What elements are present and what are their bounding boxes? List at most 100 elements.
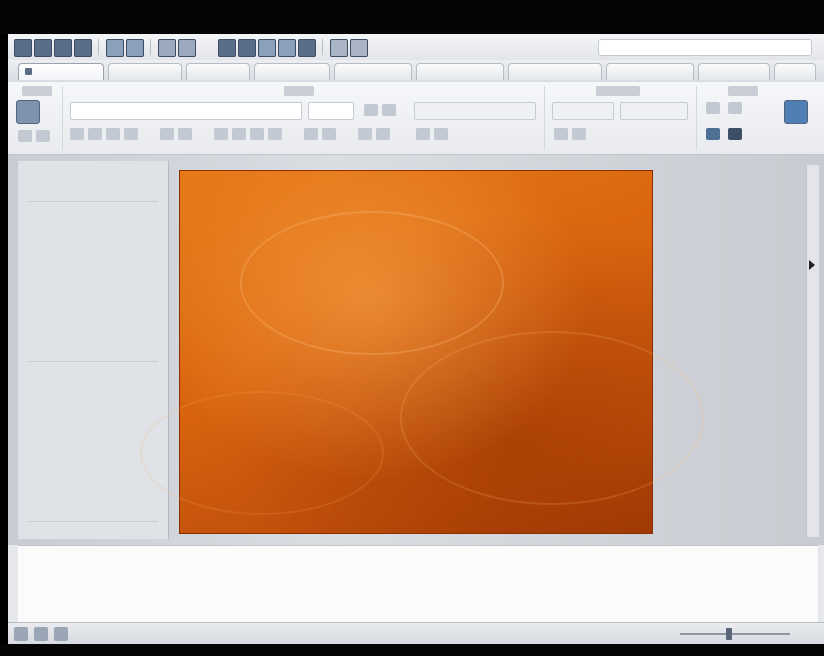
background-swirl — [140, 391, 384, 515]
ribbon-group-paragraph — [546, 86, 697, 150]
text-direction-field[interactable] — [552, 102, 614, 120]
powerpoint-window — [8, 34, 824, 656]
group-label — [728, 86, 758, 96]
align-center-icon[interactable] — [232, 128, 246, 140]
slide-canvas[interactable] — [140, 171, 704, 533]
search-input[interactable] — [598, 39, 812, 56]
status-slide-text — [108, 628, 188, 640]
save-icon[interactable] — [54, 39, 72, 57]
print-icon[interactable] — [74, 39, 92, 57]
status-view-text — [508, 628, 568, 640]
zoom-percent[interactable] — [626, 628, 666, 640]
picture-button-icon[interactable] — [706, 128, 720, 140]
themes-button[interactable] — [784, 100, 808, 124]
italic-icon[interactable] — [88, 128, 102, 140]
align-left-icon[interactable] — [214, 128, 228, 140]
background-swirl — [400, 331, 704, 505]
background-swirl — [240, 211, 504, 355]
notes-pane[interactable] — [18, 545, 818, 622]
ribbon-group-slides — [12, 86, 63, 150]
insert-icon[interactable] — [178, 39, 196, 57]
chart-icon[interactable] — [278, 39, 296, 57]
bold-icon[interactable] — [70, 128, 84, 140]
group-label — [22, 86, 52, 96]
tab-transitions[interactable] — [416, 63, 504, 80]
help-icon[interactable] — [350, 39, 368, 57]
section-button[interactable] — [36, 130, 50, 142]
align-right-icon[interactable] — [250, 128, 264, 140]
arrange-icon[interactable] — [554, 128, 568, 140]
columns-icon[interactable] — [434, 128, 448, 140]
thumbnail-divider — [28, 201, 158, 202]
new-slide-button[interactable] — [16, 100, 40, 124]
normal-view-icon[interactable] — [14, 627, 28, 641]
quick-styles-icon[interactable] — [572, 128, 586, 140]
line-spacing-icon[interactable] — [416, 128, 430, 140]
indent-decrease-icon[interactable] — [358, 128, 372, 140]
zoom-slider-thumb[interactable] — [726, 628, 732, 640]
numbering-icon[interactable] — [322, 128, 336, 140]
tab-home[interactable] — [18, 63, 104, 80]
new-slide-icon[interactable] — [218, 39, 236, 57]
justify-icon[interactable] — [268, 128, 282, 140]
slide-show-icon[interactable] — [54, 627, 68, 641]
window-title — [14, 8, 614, 22]
slide-sorter-icon[interactable] — [34, 627, 48, 641]
font-color-icon[interactable] — [160, 128, 174, 140]
table-icon[interactable] — [238, 39, 256, 57]
tab-charts[interactable] — [254, 63, 330, 80]
tab-smartart[interactable] — [334, 63, 412, 80]
layout-button[interactable] — [18, 130, 32, 142]
screen-bottom-edge — [0, 644, 824, 656]
tab-animations[interactable] — [508, 63, 602, 80]
paragraph-style-field[interactable] — [414, 102, 536, 120]
tab-themes[interactable] — [108, 63, 182, 80]
thumbnail-divider — [28, 521, 158, 522]
group-label — [596, 86, 640, 96]
slide-thumbnail-pane[interactable] — [18, 161, 169, 539]
strikethrough-icon[interactable] — [124, 128, 138, 140]
home-icon — [25, 68, 32, 75]
picture-icon[interactable] — [258, 39, 276, 57]
group-label — [284, 86, 314, 96]
font-size-field[interactable] — [308, 102, 354, 120]
zoom-slider-track[interactable] — [680, 633, 790, 635]
underline-icon[interactable] — [106, 128, 120, 140]
thumbnail-divider — [28, 361, 158, 362]
window-titlebar — [0, 0, 824, 34]
shape-icon[interactable] — [706, 102, 720, 114]
quick-access-toolbar — [8, 34, 824, 61]
arrange-button-icon[interactable] — [728, 128, 742, 140]
toolbar-separator — [150, 39, 151, 55]
indent-increase-icon[interactable] — [376, 128, 390, 140]
mouse-pointer-icon — [809, 260, 815, 270]
font-name-field[interactable] — [70, 102, 302, 120]
shrink-font-icon[interactable] — [382, 104, 396, 116]
text-box-icon[interactable] — [298, 39, 316, 57]
new-document-icon[interactable] — [14, 39, 32, 57]
ribbon-group-format — [698, 86, 820, 150]
notes-placeholder — [28, 556, 428, 570]
bullets-icon[interactable] — [304, 128, 318, 140]
toolbar-separator — [98, 39, 99, 55]
status-bar — [8, 622, 824, 645]
highlight-icon[interactable] — [178, 128, 192, 140]
ribbon-group-font — [64, 86, 545, 150]
slide-workspace — [8, 155, 824, 545]
ribbon-panel — [8, 82, 824, 155]
vertical-scrollbar[interactable] — [806, 165, 819, 537]
redo-icon[interactable] — [126, 39, 144, 57]
toolbar-separator — [322, 39, 323, 55]
ribbon-tabs — [8, 60, 824, 83]
tab-tables[interactable] — [186, 63, 250, 80]
zoom-icon[interactable] — [330, 39, 348, 57]
open-folder-icon[interactable] — [34, 39, 52, 57]
format-icon[interactable] — [158, 39, 176, 57]
undo-icon[interactable] — [106, 39, 124, 57]
grow-font-icon[interactable] — [364, 104, 378, 116]
tab-review[interactable] — [698, 63, 770, 80]
tab-slide-show[interactable] — [606, 63, 694, 80]
tab-collapse[interactable] — [774, 63, 816, 80]
text-icon[interactable] — [728, 102, 742, 114]
align-text-field[interactable] — [620, 102, 688, 120]
